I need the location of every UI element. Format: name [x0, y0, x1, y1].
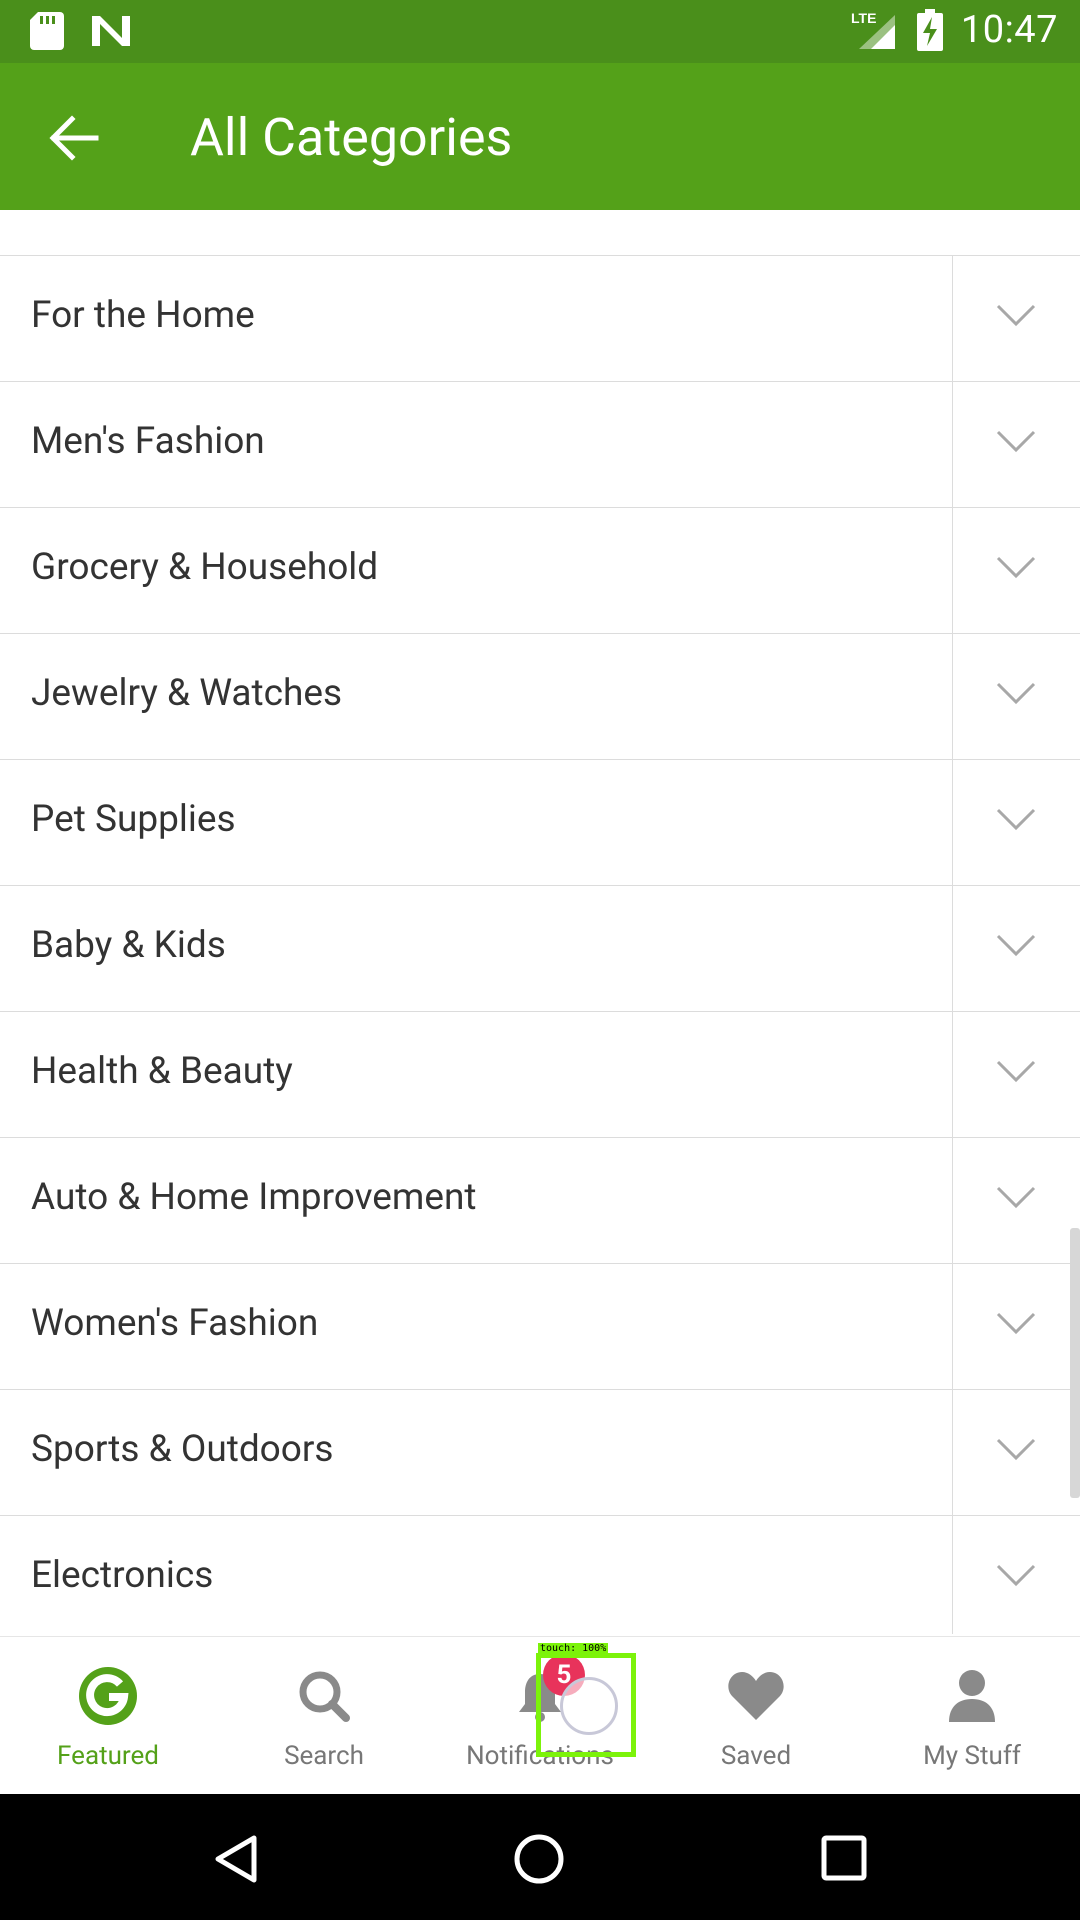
- page-title: All Categories: [190, 107, 513, 168]
- nav-label: My Stuff: [923, 1741, 1021, 1771]
- category-label[interactable]: Baby & Kids: [31, 924, 226, 967]
- category-label[interactable]: Grocery & Household: [31, 546, 378, 589]
- category-label[interactable]: Pet Supplies: [31, 798, 236, 841]
- person-icon: [949, 1670, 995, 1722]
- status-bar: LTE 10:47: [0, 0, 1080, 63]
- chevron-down-icon[interactable]: [996, 804, 1036, 834]
- chevron-down-icon[interactable]: [996, 930, 1036, 960]
- category-row-womens-fashion[interactable]: Women's Fashion: [0, 1264, 1080, 1390]
- nav-label: Featured: [57, 1741, 159, 1771]
- category-row-grocery-household[interactable]: Grocery & Household: [0, 508, 1080, 634]
- svg-text:LTE: LTE: [851, 10, 876, 26]
- list-top-spacer: [0, 210, 1080, 256]
- category-label[interactable]: Men's Fashion: [31, 420, 265, 463]
- category-row-electronics[interactable]: Electronics: [0, 1516, 1080, 1634]
- row-divider: [952, 1012, 953, 1138]
- search-icon: [299, 1671, 350, 1722]
- category-label[interactable]: Health & Beauty: [31, 1050, 293, 1093]
- row-divider: [952, 256, 953, 382]
- row-divider: [952, 760, 953, 886]
- system-nav-bar: [0, 1794, 1080, 1920]
- category-row-mens-fashion[interactable]: Men's Fashion: [0, 382, 1080, 508]
- row-divider: [952, 1264, 953, 1390]
- category-list[interactable]: For the Home Men's Fashion Grocery & Hou…: [0, 210, 1080, 1634]
- chevron-down-icon[interactable]: [996, 552, 1036, 582]
- category-row-jewelry-watches[interactable]: Jewelry & Watches: [0, 634, 1080, 760]
- chevron-down-icon[interactable]: [996, 300, 1036, 330]
- heart-icon: [728, 1672, 784, 1720]
- n-app-icon: [92, 16, 130, 46]
- row-divider: [952, 634, 953, 760]
- row-divider: [952, 508, 953, 634]
- chevron-down-icon[interactable]: [996, 678, 1036, 708]
- category-row-baby-kids[interactable]: Baby & Kids: [0, 886, 1080, 1012]
- category-label[interactable]: Women's Fashion: [31, 1302, 318, 1345]
- nav-featured[interactable]: Featured: [8, 1665, 208, 1771]
- category-row-sports-outdoors[interactable]: Sports & Outdoors: [0, 1390, 1080, 1516]
- category-label[interactable]: Electronics: [31, 1554, 213, 1597]
- nav-label: Saved: [720, 1741, 792, 1771]
- nav-saved[interactable]: Saved: [656, 1665, 856, 1771]
- chevron-down-icon[interactable]: [996, 1308, 1036, 1338]
- back-triangle-icon[interactable]: [212, 1834, 260, 1884]
- chevron-down-icon[interactable]: [996, 1182, 1036, 1212]
- row-divider: [952, 1516, 953, 1634]
- back-arrow-icon[interactable]: [46, 111, 100, 165]
- lte-signal-icon: LTE: [851, 10, 895, 49]
- chevron-down-icon[interactable]: [996, 426, 1036, 456]
- touch-label: touch: 100%: [538, 1643, 609, 1655]
- category-label[interactable]: Sports & Outdoors: [31, 1428, 334, 1471]
- row-divider: [952, 382, 953, 508]
- g-logo-icon: [79, 1667, 137, 1725]
- category-row-health-beauty[interactable]: Health & Beauty: [0, 1012, 1080, 1138]
- touch-highlight-box: [536, 1653, 636, 1757]
- app-bar: All Categories: [0, 63, 1080, 210]
- category-row-pet-supplies[interactable]: Pet Supplies: [0, 760, 1080, 886]
- nav-my-stuff[interactable]: My Stuff: [872, 1665, 1072, 1771]
- category-label[interactable]: Auto & Home Improvement: [31, 1176, 477, 1219]
- chevron-down-icon[interactable]: [996, 1560, 1036, 1590]
- battery-charging-icon: [916, 9, 943, 51]
- row-divider: [952, 1390, 953, 1516]
- chevron-down-icon[interactable]: [996, 1434, 1036, 1464]
- row-divider: [952, 886, 953, 1012]
- nav-search[interactable]: Search: [224, 1665, 424, 1771]
- chevron-down-icon[interactable]: [996, 1056, 1036, 1086]
- scrollbar[interactable]: [1070, 1228, 1080, 1498]
- home-circle-icon[interactable]: [512, 1832, 566, 1886]
- category-row-auto-home-improvement[interactable]: Auto & Home Improvement: [0, 1138, 1080, 1264]
- nav-label: Search: [284, 1741, 364, 1771]
- category-label[interactable]: Jewelry & Watches: [31, 672, 342, 715]
- category-label[interactable]: For the Home: [31, 294, 255, 337]
- recents-square-icon[interactable]: [820, 1834, 868, 1882]
- category-row-for-the-home[interactable]: For the Home: [0, 256, 1080, 382]
- sd-card-icon: [30, 12, 64, 50]
- row-divider: [952, 1138, 953, 1264]
- status-time: 10:47: [960, 8, 1058, 52]
